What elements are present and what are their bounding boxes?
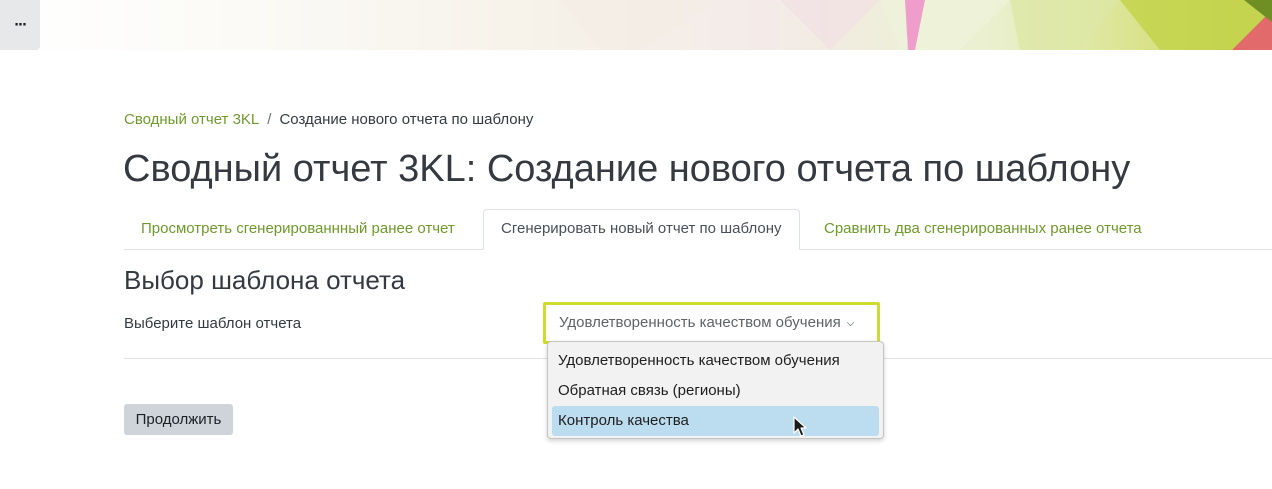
section-title: Выбор шаблона отчета (124, 265, 406, 295)
tab-generate-new-report[interactable]: Сгенерировать новый отчет по шаблону (483, 209, 800, 250)
ellipsis-icon: ··· (14, 17, 27, 33)
template-dropdown-list: Удовлетворенность качеством обучения Обр… (547, 341, 884, 439)
breadcrumb-separator: / (267, 111, 272, 128)
tab-bar: Просмотреть сгенерированнный ранее отчет… (124, 209, 1272, 250)
banner-decoration (560, 0, 1272, 50)
page-title: Сводный отчет 3KL: Создание нового отчет… (123, 148, 1131, 190)
dropdown-option[interactable]: Обратная связь (регионы) (552, 376, 879, 406)
menu-button[interactable]: ··· (0, 0, 40, 50)
header-banner (0, 0, 1272, 50)
breadcrumb: Сводный отчет 3KL / Создание нового отчета… (124, 111, 533, 128)
template-select-value: Удовлетворенность качеством обучения (559, 314, 841, 331)
template-select[interactable]: Удовлетворенность качеством обучения ⌵ (543, 302, 880, 344)
mouse-pointer-icon (793, 416, 807, 437)
tab-view-previous-report[interactable]: Просмотреть сгенерированнный ранее отчет (124, 209, 472, 249)
chevron-down-icon: ⌵ (846, 318, 855, 329)
dropdown-option-highlighted[interactable]: Контроль качества (552, 406, 879, 436)
template-select-label: Выберите шаблон отчета (124, 315, 302, 332)
breadcrumb-link-parent[interactable]: Сводный отчет 3KL (124, 111, 259, 128)
dropdown-option[interactable]: Удовлетворенность качеством обучения (552, 346, 879, 376)
tab-compare-reports[interactable]: Сравнить два сгенерированных ранее отчет… (807, 209, 1159, 249)
continue-button[interactable]: Продолжить (124, 404, 233, 435)
breadcrumb-current: Создание нового отчета по шаблону (279, 111, 534, 128)
